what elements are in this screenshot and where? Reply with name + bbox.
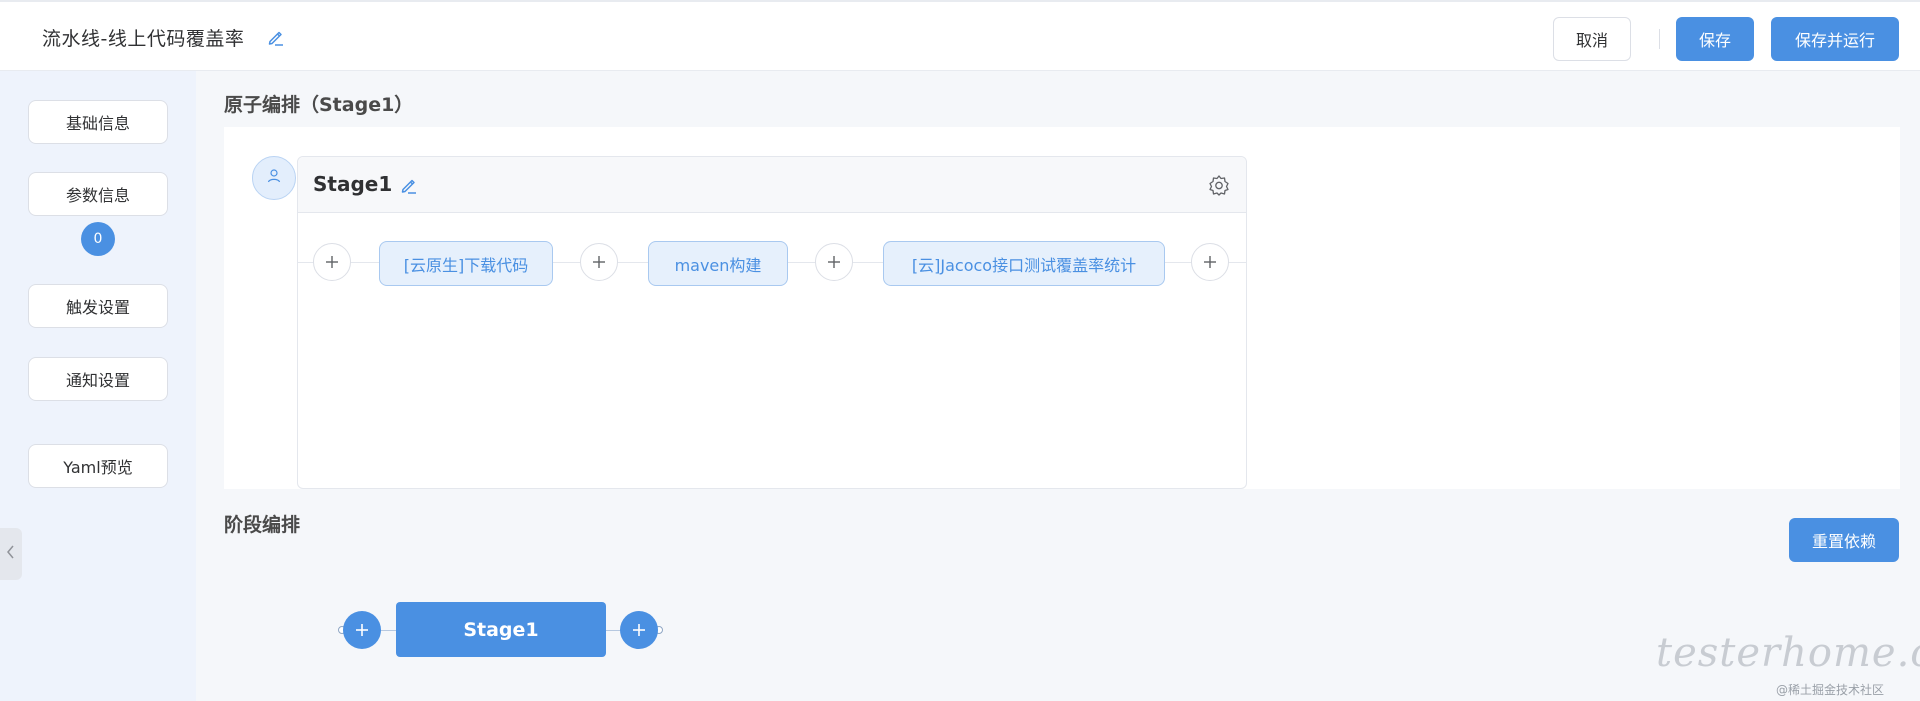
- watermark-subtext: @稀土掘金技术社区: [1776, 683, 1885, 697]
- step-maven-build[interactable]: maven构建: [648, 241, 788, 286]
- sidebar-item-yaml-preview[interactable]: Yaml预览: [28, 444, 168, 488]
- cancel-button[interactable]: 取消: [1553, 17, 1631, 61]
- add-step-button[interactable]: [313, 243, 351, 281]
- plus-icon: [828, 256, 840, 268]
- watermark-logo: testerhome.com: [1656, 630, 1920, 676]
- sidebar: 基础信息 参数信息 0 触发设置 通知设置 Yaml预览: [0, 71, 196, 701]
- param-count-badge: 0: [81, 222, 115, 256]
- stage-card-header: Stage1: [298, 157, 1246, 213]
- plus-icon: [593, 256, 605, 268]
- atom-section-title: 原子编排（Stage1）: [224, 94, 414, 116]
- gear-icon[interactable]: [1208, 174, 1230, 196]
- sidebar-item-trigger-settings[interactable]: 触发设置: [28, 284, 168, 328]
- sidebar-collapse-toggle[interactable]: [0, 528, 22, 580]
- plus-icon: [326, 256, 338, 268]
- plus-icon: [633, 624, 645, 636]
- add-step-button[interactable]: [1191, 243, 1229, 281]
- sidebar-item-param-info[interactable]: 参数信息: [28, 172, 168, 216]
- plus-icon: [356, 624, 368, 636]
- sidebar-item-notify-settings[interactable]: 通知设置: [28, 357, 168, 401]
- stage-card: Stage1 [云原生]下载代码 maven构建 [云]Jacoco接口测试覆盖…: [297, 156, 1247, 489]
- add-step-button[interactable]: [580, 243, 618, 281]
- add-stage-after-button[interactable]: [620, 611, 658, 649]
- chevron-left-icon: [5, 544, 17, 564]
- stage-avatar: [252, 156, 296, 200]
- reset-dependency-button[interactable]: 重置依赖: [1789, 518, 1899, 562]
- pencil-icon[interactable]: [266, 27, 286, 47]
- step-jacoco-coverage[interactable]: [云]Jacoco接口测试覆盖率统计: [883, 241, 1165, 286]
- save-button[interactable]: 保存: [1676, 17, 1754, 61]
- sidebar-item-basic-info[interactable]: 基础信息: [28, 100, 168, 144]
- add-step-button[interactable]: [815, 243, 853, 281]
- plus-icon: [1204, 256, 1216, 268]
- pencil-icon[interactable]: [399, 175, 419, 195]
- top-header: 流水线-线上代码覆盖率 取消 保存 保存并运行: [0, 0, 1920, 71]
- header-divider: [1659, 29, 1660, 49]
- stage-node[interactable]: Stage1: [396, 602, 606, 657]
- add-stage-before-button[interactable]: [343, 611, 381, 649]
- user-icon: [266, 168, 282, 188]
- stage-name: Stage1: [313, 172, 393, 196]
- save-and-run-button[interactable]: 保存并运行: [1771, 17, 1899, 61]
- step-download-code[interactable]: [云原生]下载代码: [379, 241, 553, 286]
- pipeline-title: 流水线-线上代码覆盖率: [42, 28, 245, 50]
- stage-section-title: 阶段编排: [224, 514, 301, 536]
